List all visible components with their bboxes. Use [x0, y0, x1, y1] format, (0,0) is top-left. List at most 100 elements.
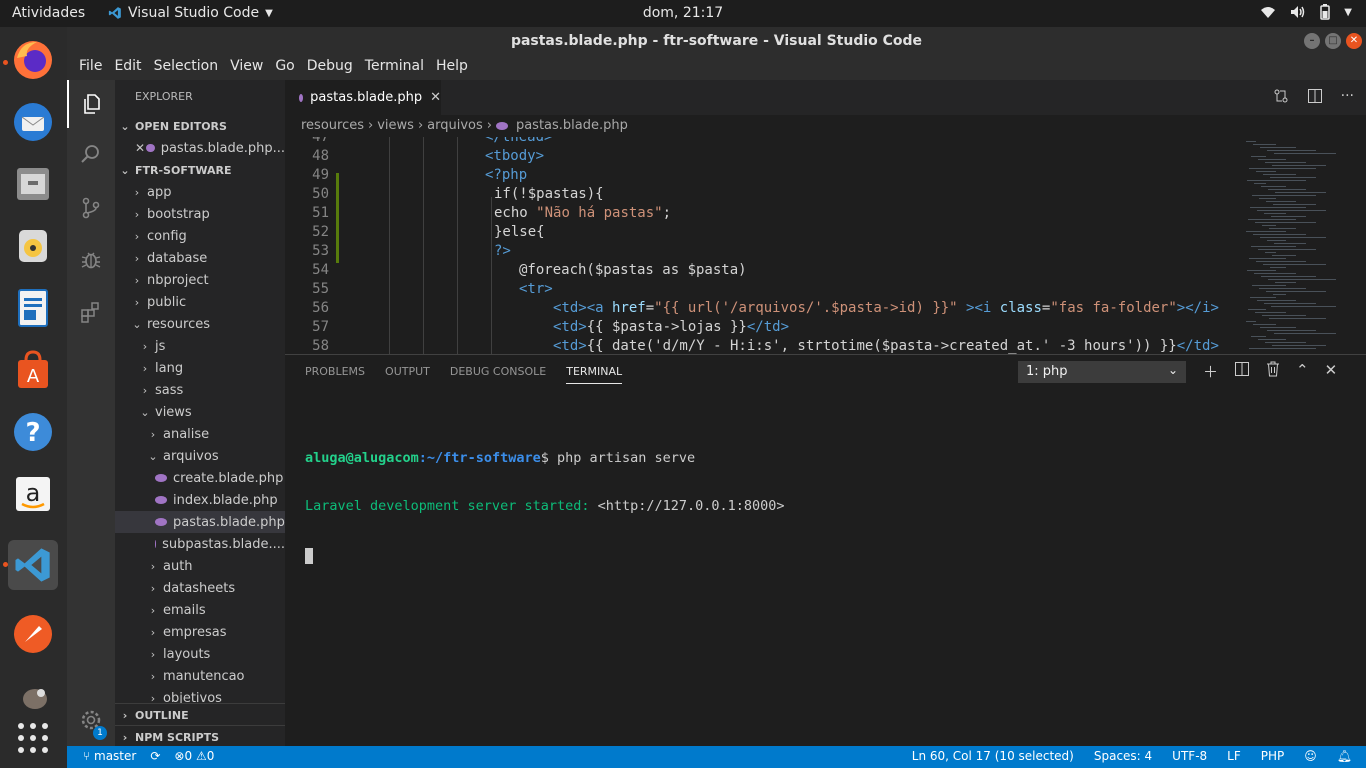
file-tree-folder[interactable]: › sass [115, 379, 285, 401]
file-tree-folder[interactable]: › bootstrap [115, 203, 285, 225]
terminal-output[interactable]: aluga@alugacom:~/ftr-software$ php artis… [305, 418, 785, 596]
postman-icon[interactable] [8, 609, 58, 659]
menu-go[interactable]: Go [269, 55, 300, 80]
rhythmbox-icon[interactable] [8, 221, 58, 271]
more-actions-icon[interactable]: ··· [1341, 88, 1354, 104]
file-tree-file[interactable]: create.blade.php [115, 467, 285, 489]
notifications-bell-icon[interactable]: 🔔︎ [1337, 749, 1352, 763]
file-tree-folder[interactable]: › analise [115, 423, 285, 445]
file-tree-folder[interactable]: › nbproject [115, 269, 285, 291]
extensions-icon[interactable] [67, 288, 115, 336]
vscode-icon[interactable] [8, 540, 58, 590]
file-tree-folder[interactable]: › empresas [115, 621, 285, 643]
file-tree-folder[interactable]: ⌄ arquivos [115, 445, 285, 467]
encoding[interactable]: UTF-8 [1172, 749, 1207, 763]
sync-icon[interactable]: ⟳ [150, 749, 160, 763]
system-tray[interactable]: ▼ [1260, 4, 1352, 20]
file-tree-folder[interactable]: › auth [115, 555, 285, 577]
split-terminal-icon[interactable] [1234, 361, 1250, 377]
menu-terminal[interactable]: Terminal [359, 55, 430, 80]
amazon-icon[interactable]: a [8, 469, 58, 519]
code-editor[interactable]: 47 </thead> 48 <tbody> 49 <?php 50 if(!$pastas)… [285, 137, 1225, 354]
editor-tab-active[interactable]: pastas.blade.php ✕ [285, 80, 441, 115]
new-terminal-icon[interactable]: ＋ [1203, 361, 1218, 382]
file-tree-folder[interactable]: › app [115, 181, 285, 203]
chevron-down-icon[interactable]: ▼ [1344, 7, 1352, 18]
outline-section[interactable]: › OUTLINE [115, 703, 285, 726]
menu-help[interactable]: Help [430, 55, 474, 80]
source-control-icon[interactable] [67, 184, 115, 232]
window-titlebar[interactable]: pastas.blade.php - ftr-software - Visual… [67, 27, 1366, 55]
indentation[interactable]: Spaces: 4 [1094, 749, 1152, 763]
file-tree-folder[interactable]: › config [115, 225, 285, 247]
file-tree-folder[interactable]: › lang [115, 357, 285, 379]
close-panel-icon[interactable]: ✕ [1325, 361, 1338, 382]
file-tree-folder[interactable]: › database [115, 247, 285, 269]
app-menu-label: Visual Studio Code [128, 5, 260, 21]
breadcrumb-item[interactable]: views [377, 118, 414, 133]
maximize-panel-icon[interactable]: ⌃ [1296, 361, 1309, 382]
git-branch[interactable]: ⑂ master [83, 749, 136, 763]
split-editor-icon[interactable] [1307, 88, 1323, 104]
file-tree-folder[interactable]: ⌄ resources [115, 313, 285, 335]
activities-button[interactable]: Atividades [12, 5, 85, 21]
problems-indicator[interactable]: ⊗0 ⚠0 [174, 749, 214, 763]
minimap[interactable] [1240, 137, 1366, 354]
file-tree-folder[interactable]: ⌄ views [115, 401, 285, 423]
tab-output[interactable]: OUTPUT [385, 365, 430, 384]
close-tab-icon[interactable]: ✕ [430, 90, 441, 105]
file-tree-folder[interactable]: › datasheets [115, 577, 285, 599]
clock[interactable]: dom, 21:17 [643, 5, 723, 21]
explorer-icon[interactable] [67, 80, 115, 128]
battery-icon[interactable] [1320, 4, 1331, 20]
libreoffice-writer-icon[interactable] [8, 283, 58, 333]
files-icon[interactable] [8, 159, 58, 209]
file-tree-file[interactable]: subpastas.blade.... [115, 533, 285, 555]
feedback-icon[interactable]: ☺ [1304, 749, 1317, 763]
software-center-icon[interactable]: A [8, 345, 58, 395]
tab-problems[interactable]: PROBLEMS [305, 365, 365, 384]
file-tree-folder[interactable]: › layouts [115, 643, 285, 665]
menu-view[interactable]: View [224, 55, 269, 80]
cursor-position[interactable]: Ln 60, Col 17 (10 selected) [912, 749, 1074, 763]
minimize-button[interactable]: – [1304, 33, 1320, 49]
app-menu[interactable]: Visual Studio Code ▼ [108, 5, 273, 21]
file-tree-folder[interactable]: › objetivos [115, 687, 285, 704]
file-tree-folder[interactable]: › public [115, 291, 285, 313]
close-button[interactable]: ✕ [1346, 33, 1362, 49]
maximize-button[interactable]: □ [1325, 33, 1341, 49]
language-mode[interactable]: PHP [1261, 749, 1285, 763]
terminal-select[interactable]: 1: php ⌄ [1018, 361, 1186, 383]
menu-debug[interactable]: Debug [301, 55, 359, 80]
file-tree-folder[interactable]: › js [115, 335, 285, 357]
thunderbird-icon[interactable] [8, 97, 58, 147]
debug-icon[interactable] [67, 236, 115, 284]
npm-scripts-section[interactable]: › NPM SCRIPTS [115, 725, 285, 746]
volume-icon[interactable] [1290, 5, 1306, 19]
firefox-icon[interactable] [8, 35, 58, 85]
open-editors-section[interactable]: ⌄ OPEN EDITORS [115, 115, 285, 137]
wifi-icon[interactable] [1260, 5, 1276, 19]
breadcrumb-item[interactable]: pastas.blade.php [516, 118, 628, 133]
menu-selection[interactable]: Selection [148, 55, 225, 80]
open-editor-item[interactable]: ✕ pastas.blade.php... [115, 137, 285, 159]
breadcrumb-item[interactable]: arquivos [427, 118, 483, 133]
close-icon[interactable]: ✕ [135, 141, 146, 155]
project-section[interactable]: ⌄ FTR-SOFTWARE [115, 159, 285, 181]
file-tree-file[interactable]: index.blade.php [115, 489, 285, 511]
menu-file[interactable]: File [73, 55, 108, 80]
search-icon[interactable] [67, 130, 115, 178]
menu-edit[interactable]: Edit [108, 55, 147, 80]
file-tree-file[interactable]: pastas.blade.php [115, 511, 285, 533]
end-of-line[interactable]: LF [1227, 749, 1241, 763]
open-changes-icon[interactable] [1273, 88, 1289, 104]
file-tree-folder[interactable]: › manutencao [115, 665, 285, 687]
help-icon[interactable]: ? [8, 407, 58, 457]
show-applications-icon[interactable] [8, 713, 58, 763]
breadcrumb-item[interactable]: resources [301, 118, 364, 133]
trash-icon[interactable] [1266, 361, 1280, 377]
tab-terminal[interactable]: TERMINAL [566, 365, 623, 384]
file-tree-folder[interactable]: › emails [115, 599, 285, 621]
tab-debug-console[interactable]: DEBUG CONSOLE [450, 365, 546, 384]
settings-gear-icon[interactable]: 1 [67, 696, 115, 744]
